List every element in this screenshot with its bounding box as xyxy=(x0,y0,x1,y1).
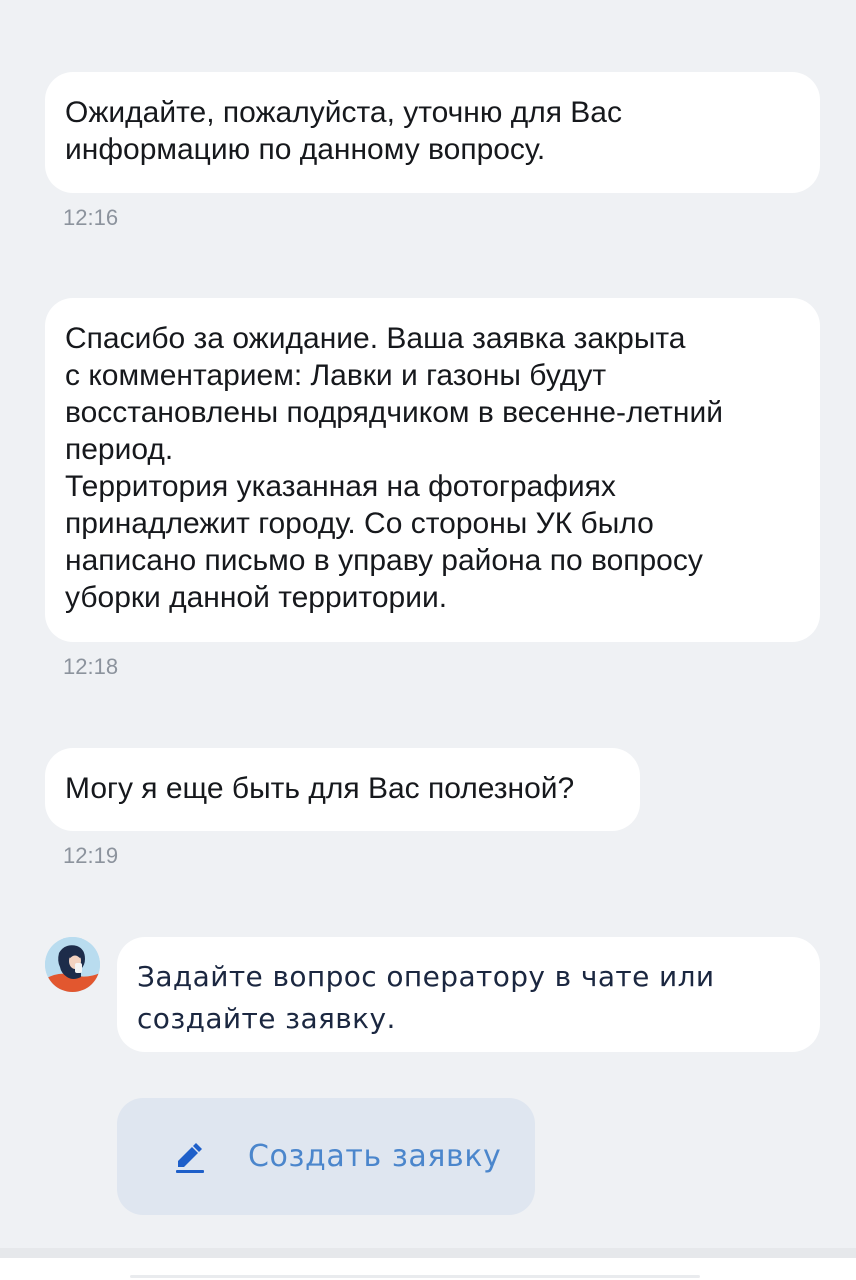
message-timestamp: 12:19 xyxy=(63,843,119,868)
operator-message-bubble: Могу я еще быть для Вас полезной? xyxy=(45,748,640,831)
input-field-top-edge xyxy=(130,1275,700,1278)
input-panel-edge xyxy=(0,1248,856,1280)
operator-message-bubble: Ожидайте, пожалуйста, уточню для Вас инф… xyxy=(45,72,820,193)
assistant-avatar-icon xyxy=(45,937,100,992)
message-timestamp: 12:18 xyxy=(63,654,119,679)
bot-avatar xyxy=(45,937,100,992)
operator-message-bubble: Спасибо за ожидание. Ваша заявка закрыта… xyxy=(45,298,820,642)
bot-message-bubble: Задайте вопрос оператору в чате или созд… xyxy=(117,937,820,1052)
message-timestamp: 12:16 xyxy=(63,205,119,230)
edit-pen-icon xyxy=(172,1139,208,1175)
create-request-label: Создать заявку xyxy=(248,1139,502,1174)
create-request-button[interactable]: Создать заявку xyxy=(117,1098,535,1215)
chat-screen: Ожидайте, пожалуйста, уточню для Вас инф… xyxy=(0,0,856,1280)
